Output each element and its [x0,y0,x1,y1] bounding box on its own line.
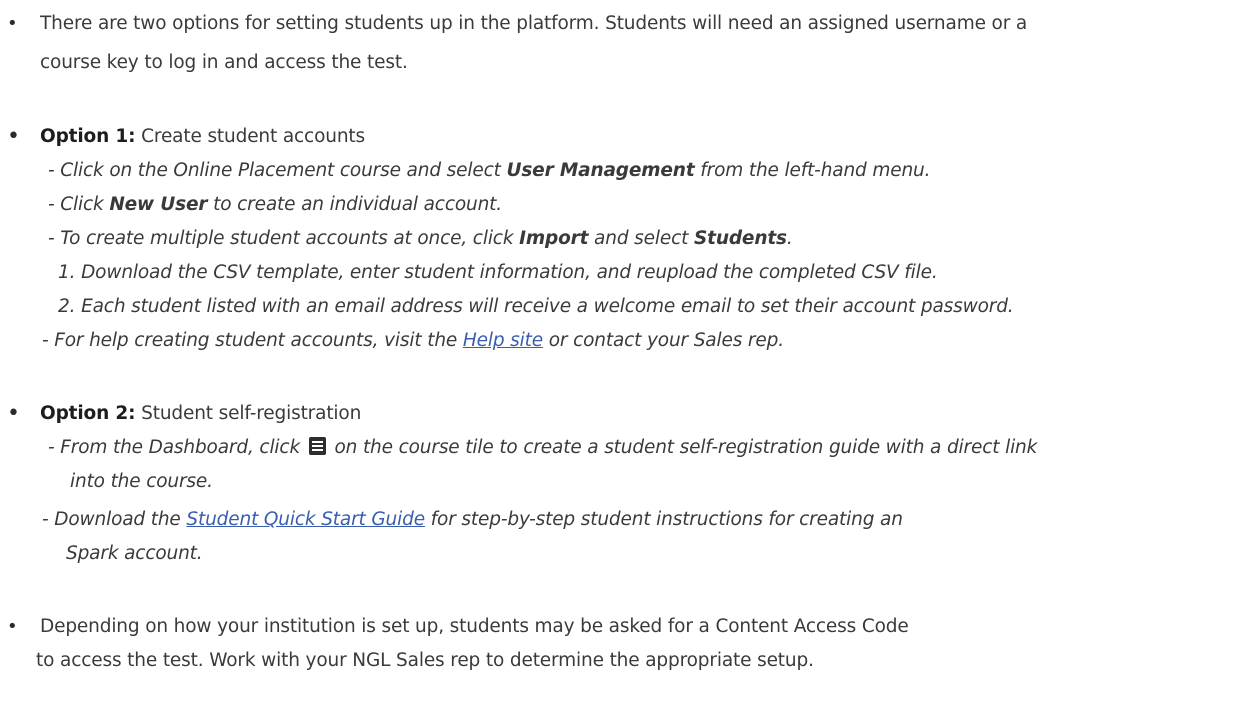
bullet-intro: • [7,8,33,40]
step-text: or contact your Sales rep. [542,330,784,351]
step-text: . [786,228,793,249]
step-text: - Click on the Online Placement course a… [48,160,507,181]
instructions-document: • There are two options for setting stud… [0,0,1241,707]
bullet-dot: • [7,616,18,637]
option-1-help: - For help creating student accounts, vi… [42,325,784,357]
option-2-step-2: - Download the Student Quick Start Guide… [42,504,903,536]
document-icon[interactable] [308,437,326,455]
bullet-note: • [7,611,33,643]
option-2-step-2-cont: Spark account. [66,543,203,564]
help-site-link[interactable]: Help site [463,330,543,351]
step-text: - Click [48,194,110,215]
option-1-substep-2: 2. Each student listed with an email add… [58,296,1014,317]
intro-line-2: course key to log in and access the test… [40,52,408,73]
step-text: from the left-hand menu. [694,160,931,181]
user-management-term: User Management [506,160,695,181]
step-text: - From the Dashboard, click [48,437,306,458]
option-2-title: Student self-registration [135,403,362,424]
step-text: and select [588,228,694,249]
student-quick-start-guide-link[interactable]: Student Quick Start Guide [186,509,425,530]
bullet-dot: • [7,124,20,149]
note-line-1: Depending on how your institution is set… [40,616,909,637]
step-text: - For help creating student accounts, vi… [42,330,463,351]
import-term: Import [519,228,589,249]
students-term: Students [693,228,787,249]
step-text: - To create multiple student accounts at… [48,228,520,249]
option-1-step-2: - Click New User to create an individual… [48,189,502,221]
option-2-heading: Option 2: Student self-registration [40,398,361,430]
option-1-step-1: - Click on the Online Placement course a… [48,155,931,187]
option-2-step-1: - From the Dashboard, click on the cours… [48,432,1037,464]
option-2-label: Option 2: [40,403,136,424]
step-text: to create an individual account. [207,194,502,215]
option-1-label: Option 1: [40,126,136,147]
step-text: for step-by-step student instructions fo… [424,509,903,530]
option-1-heading: Option 1: Create student accounts [40,121,365,153]
step-text: - Download the [42,509,187,530]
bullet-dot: • [7,401,20,426]
option-1-step-3: - To create multiple student accounts at… [48,223,793,255]
bullet-dot: • [7,13,18,34]
option-2-step-1-cont: into the course. [70,471,213,492]
bullet-option-2: • [7,398,33,431]
new-user-term: New User [109,194,208,215]
intro-line-1: There are two options for setting studen… [40,13,1028,34]
step-text: on the course tile to create a student s… [328,437,1038,458]
bullet-option-1: • [7,121,33,154]
option-1-title: Create student accounts [135,126,365,147]
note-line-2: to access the test. Work with your NGL S… [36,650,814,671]
option-1-substep-1: 1. Download the CSV template, enter stud… [58,262,938,283]
